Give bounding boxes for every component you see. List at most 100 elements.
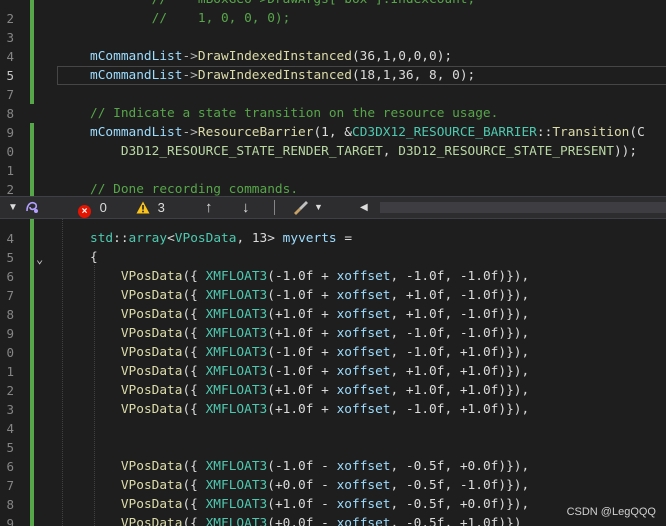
code-line[interactable]: 9 VPosData({ XMFLOAT3(+1.0f + xoffset, -… xyxy=(0,324,666,343)
code-line[interactable]: 4 xyxy=(0,419,666,438)
code-text[interactable]: // mBoxGeo->DrawArgs["box"].IndexCount, xyxy=(90,0,476,9)
code-text[interactable]: D3D12_RESOURCE_STATE_RENDER_TARGET, D3D1… xyxy=(90,142,637,161)
code-token: , xyxy=(382,144,399,159)
code-line[interactable]: 4 std::array<VPosData, 13> myverts = xyxy=(0,229,666,248)
arrow-down-icon[interactable]: ↓ xyxy=(242,197,250,218)
code-line[interactable]: 0 VPosData({ XMFLOAT3(-1.0f + xoffset, -… xyxy=(0,343,666,362)
code-line[interactable]: 8 VPosData({ XMFLOAT3(+1.0f + xoffset, +… xyxy=(0,305,666,324)
code-text[interactable]: VPosData({ XMFLOAT3(+1.0f + xoffset, +1.… xyxy=(90,305,529,324)
code-text[interactable]: // Indicate a state transition on the re… xyxy=(90,104,498,123)
code-text[interactable]: mCommandList->DrawIndexedInstanced(36,1,… xyxy=(90,47,452,66)
toolbar-separator xyxy=(274,200,275,215)
line-number: 9 xyxy=(6,516,14,526)
code-token: mCommandList xyxy=(90,49,183,64)
line-number: 6 xyxy=(6,269,14,284)
code-token: xoffset xyxy=(336,383,391,398)
line-number: 7 xyxy=(6,478,14,493)
code-token: VPosData xyxy=(120,497,183,512)
code-token: XMFLOAT3 xyxy=(205,497,268,512)
code-token: < xyxy=(167,231,175,246)
code-text[interactable]: VPosData({ XMFLOAT3(-1.0f + xoffset, +1.… xyxy=(90,362,529,381)
code-token: ({ xyxy=(182,478,206,493)
error-filter[interactable]: × 0 xyxy=(78,197,107,218)
code-text[interactable]: VPosData({ XMFLOAT3(+0.0f - xoffset, -0.… xyxy=(90,476,529,495)
code-line[interactable]: 7 VPosData({ XMFLOAT3(+0.0f - xoffset, -… xyxy=(0,476,666,495)
line-number: 3 xyxy=(6,402,14,417)
dropdown-icon[interactable]: ▼ xyxy=(8,197,18,218)
code-token: DrawIndexedInstanced xyxy=(197,68,352,83)
code-token: VPosData xyxy=(120,402,183,417)
code-token: , +1.0f, +1.0f)}), xyxy=(390,383,530,398)
code-token: XMFLOAT3 xyxy=(205,516,268,526)
scroll-left-icon[interactable]: ◀ xyxy=(360,197,368,218)
code-text[interactable]: // 1, 0, 0, 0); xyxy=(90,9,291,28)
arrow-up-icon[interactable]: ↑ xyxy=(205,197,213,218)
line-number: 3 xyxy=(6,30,14,45)
code-line[interactable]: 2 VPosData({ XMFLOAT3(+1.0f + xoffset, +… xyxy=(0,381,666,400)
editor-pane-bottom[interactable]: ⌄ 4 std::array<VPosData, 13> myverts = 5{6… xyxy=(0,219,666,526)
code-token: VPosData xyxy=(120,288,183,303)
code-line[interactable]: 5 xyxy=(0,438,666,457)
code-line[interactable]: 8 // Indicate a state transition on the r… xyxy=(0,104,666,123)
editor-pane-top[interactable]: // mBoxGeo->DrawArgs["box"].IndexCount, 2… xyxy=(0,0,666,196)
code-line[interactable]: 6 VPosData({ XMFLOAT3(-1.0f + xoffset, -… xyxy=(0,267,666,286)
code-text[interactable]: VPosData({ XMFLOAT3(+1.0f + xoffset, -1.… xyxy=(90,324,529,343)
code-line[interactable]: 0 D3D12_RESOURCE_STATE_RENDER_TARGET, D3… xyxy=(0,142,666,161)
code-text[interactable]: VPosData({ XMFLOAT3(-1.0f + xoffset, -1.… xyxy=(90,343,529,362)
code-line[interactable]: 1 VPosData({ XMFLOAT3(-1.0f + xoffset, +… xyxy=(0,362,666,381)
code-line[interactable]: 5 mCommandList->DrawIndexedInstanced(18,1… xyxy=(0,66,666,85)
code-line[interactable]: 7 VPosData({ XMFLOAT3(-1.0f + xoffset, +… xyxy=(0,286,666,305)
code-token: , -0.5f, -1.0f)}), xyxy=(390,478,530,493)
chevron-down-icon[interactable]: ▼ xyxy=(314,197,323,218)
code-line[interactable]: 7 xyxy=(0,85,666,104)
code-text[interactable]: VPosData({ XMFLOAT3(+1.0f + xoffset, -1.… xyxy=(90,400,529,419)
code-text[interactable]: VPosData({ XMFLOAT3(+0.0f - xoffset, -0.… xyxy=(90,514,522,526)
code-line[interactable]: 3 xyxy=(0,28,666,47)
code-text[interactable]: mCommandList->ResourceBarrier(1, &CD3DX1… xyxy=(90,123,645,142)
code-text[interactable]: VPosData({ XMFLOAT3(+1.0f - xoffset, -0.… xyxy=(90,495,529,514)
line-number: 6 xyxy=(6,459,14,474)
code-token: xoffset xyxy=(336,326,391,341)
code-token: VPosData xyxy=(174,231,237,246)
code-text[interactable]: VPosData({ XMFLOAT3(-1.0f + xoffset, -1.… xyxy=(90,267,529,286)
code-token: array xyxy=(128,231,168,246)
code-text[interactable]: mCommandList->DrawIndexedInstanced(18,1,… xyxy=(90,66,475,85)
code-text[interactable]: VPosData({ XMFLOAT3(+1.0f + xoffset, +1.… xyxy=(90,381,529,400)
code-token: xoffset xyxy=(336,269,391,284)
code-token: , +1.0f, -1.0f)}), xyxy=(390,307,530,322)
code-token: (-1.0f + xyxy=(267,288,337,303)
code-text[interactable]: VPosData({ XMFLOAT3(-1.0f - xoffset, -0.… xyxy=(90,457,529,476)
code-line[interactable]: // mBoxGeo->DrawArgs["box"].IndexCount, xyxy=(0,0,666,9)
code-line[interactable]: 6 VPosData({ XMFLOAT3(-1.0f - xoffset, -… xyxy=(0,457,666,476)
spell-icon[interactable] xyxy=(24,197,40,218)
horizontal-scrollbar[interactable] xyxy=(380,202,666,213)
code-line[interactable]: 2 // Done recording commands. xyxy=(0,180,666,196)
code-line[interactable]: 9 mCommandList->ResourceBarrier(1, &CD3DX… xyxy=(0,123,666,142)
code-token: myverts xyxy=(282,231,337,246)
code-line[interactable]: 5{ xyxy=(0,248,666,267)
line-number: 7 xyxy=(6,87,14,102)
code-line[interactable]: 1 xyxy=(0,161,666,180)
code-line[interactable]: 2 // 1, 0, 0, 0); xyxy=(0,9,666,28)
code-line[interactable]: 3 VPosData({ XMFLOAT3(+1.0f + xoffset, -… xyxy=(0,400,666,419)
code-text[interactable]: // Done recording commands. xyxy=(90,180,298,196)
line-number: 8 xyxy=(6,106,14,121)
code-token: XMFLOAT3 xyxy=(205,459,268,474)
code-text[interactable]: VPosData({ XMFLOAT3(-1.0f + xoffset, +1.… xyxy=(90,286,529,305)
code-token: (+1.0f + xyxy=(267,307,337,322)
code-line[interactable]: 4 mCommandList->DrawIndexedInstanced(36,1… xyxy=(0,47,666,66)
brush-icon[interactable] xyxy=(292,197,310,218)
line-number: 5 xyxy=(6,440,14,455)
warning-filter[interactable]: 3 xyxy=(136,197,165,218)
code-token: VPosData xyxy=(120,269,183,284)
code-text[interactable]: { xyxy=(90,248,98,267)
code-text[interactable]: std::array<VPosData, 13> myverts = xyxy=(90,229,352,248)
